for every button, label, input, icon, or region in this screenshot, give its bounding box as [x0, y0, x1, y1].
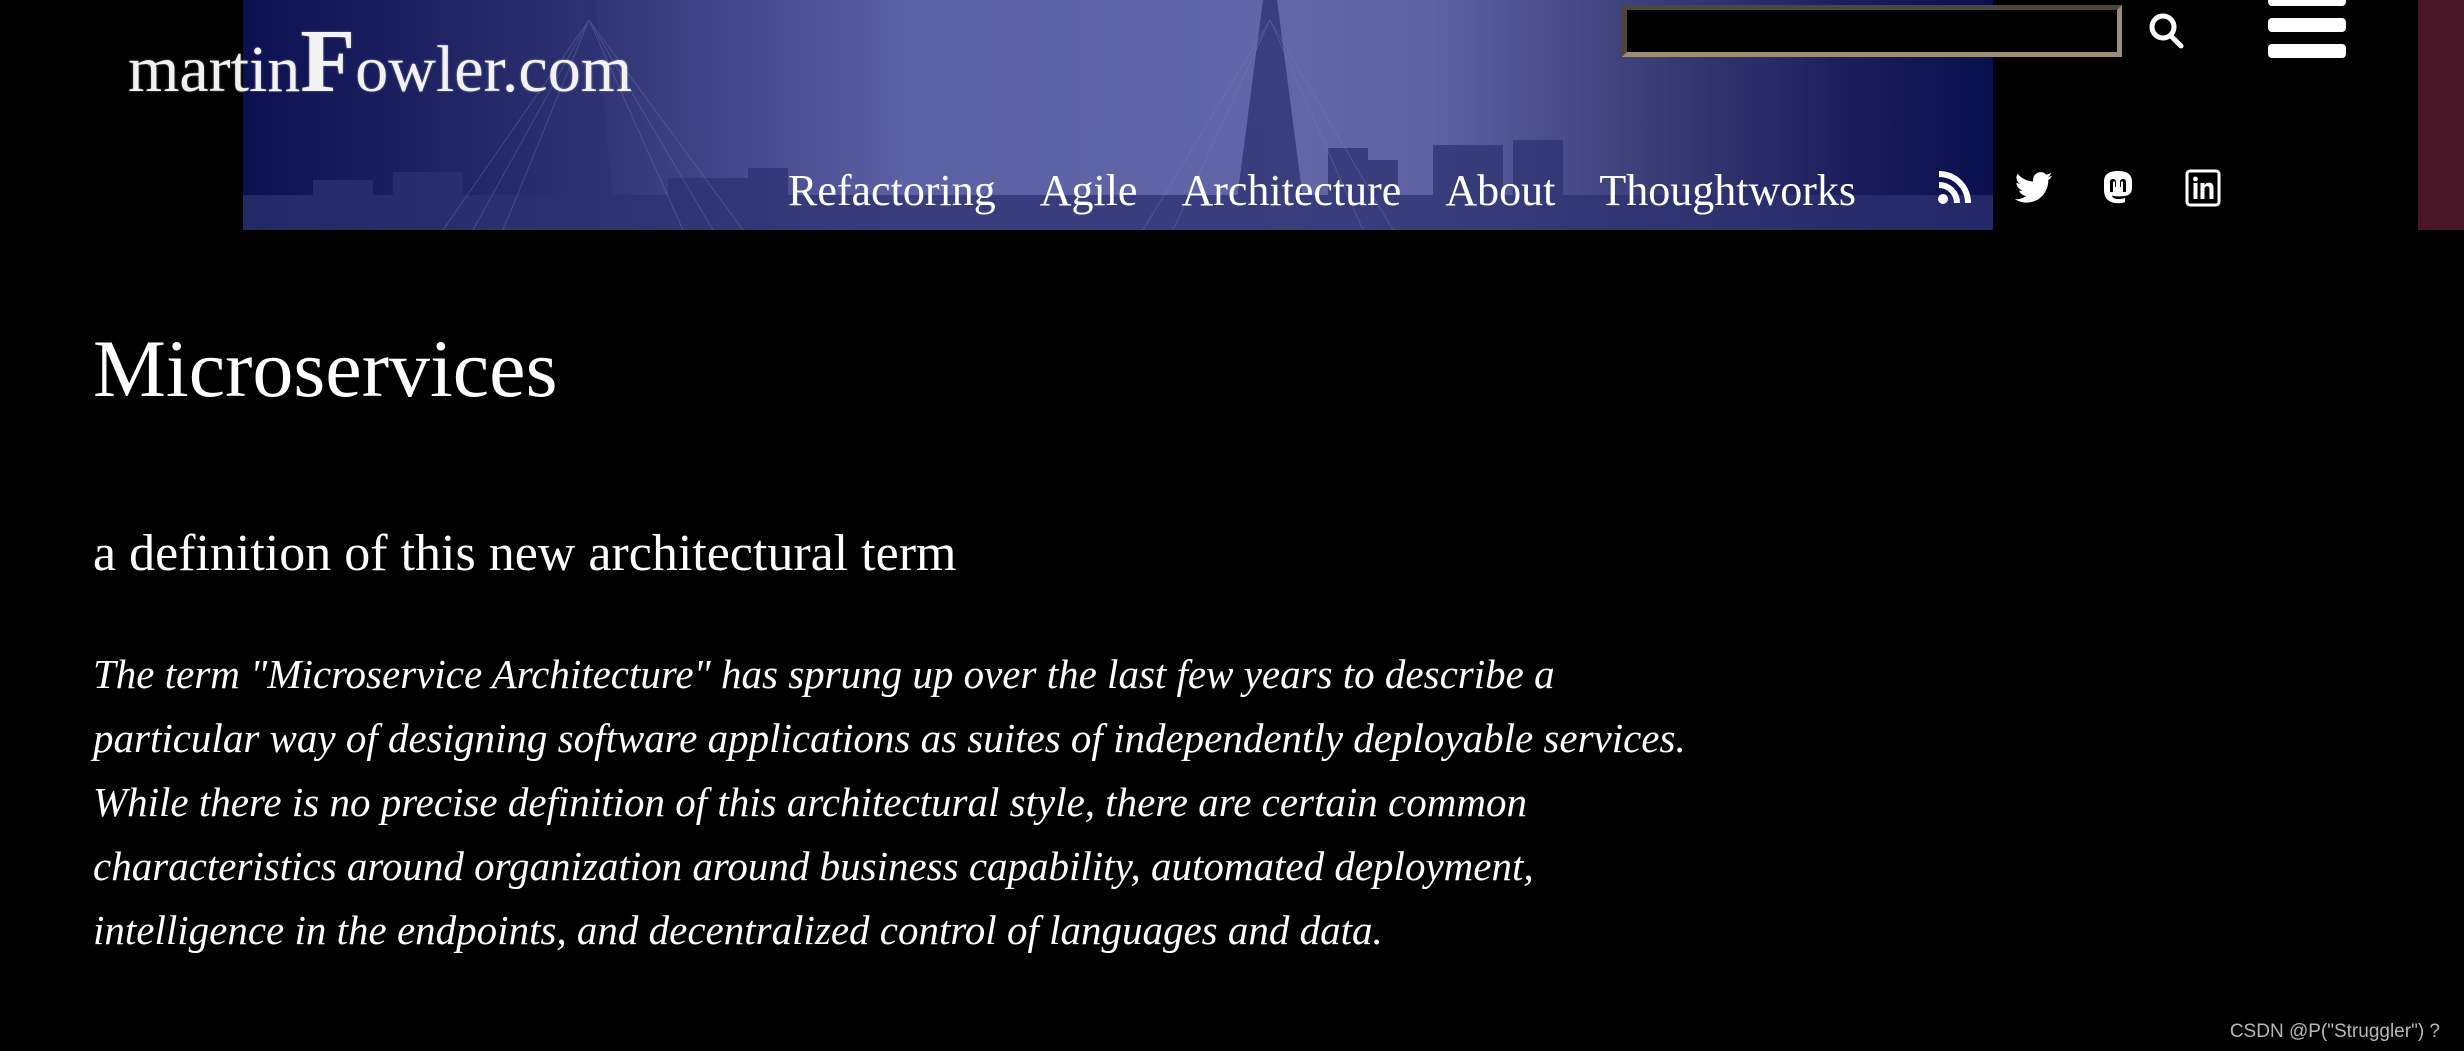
watermark: CSDN @P("Struggler") ? — [2229, 1021, 2440, 1042]
article-lede: The term "Microservice Architecture" has… — [93, 651, 1686, 953]
site-header: martinFowler.com Refactoring Agile Archi… — [0, 0, 2464, 230]
mastodon-icon — [2104, 171, 2132, 204]
search-icon — [2149, 13, 2184, 49]
nav-agile[interactable]: Agile — [1040, 165, 1138, 216]
menu-button[interactable] — [2268, 0, 2346, 58]
logo-text-f: F — [300, 12, 356, 111]
page-subtitle: a definition of this new architectural t… — [93, 525, 957, 582]
nav-thoughtworks[interactable]: Thoughtworks — [1599, 165, 1856, 216]
logo-text-owler: owler.com — [355, 33, 633, 106]
hamburger-menu-icon-bar — [2268, 44, 2346, 58]
hamburger-menu-icon-bar — [2268, 0, 2346, 6]
linkedin-icon — [2185, 169, 2221, 207]
rss-icon — [1938, 171, 1971, 204]
sidebar-edge-strip — [2418, 0, 2464, 230]
site-logo[interactable]: martinFowler.com — [128, 10, 632, 113]
hamburger-menu-icon-bar — [2268, 18, 2346, 32]
nav-architecture[interactable]: Architecture — [1181, 165, 1401, 216]
linkedin-link[interactable] — [2183, 168, 2223, 208]
search-button[interactable] — [2145, 10, 2187, 52]
page-title: Microservices — [93, 323, 558, 414]
twitter-icon — [2015, 172, 2053, 203]
mastodon-link[interactable] — [2098, 168, 2138, 208]
twitter-link[interactable] — [2014, 168, 2054, 208]
logo-text-martin: martin — [128, 33, 301, 106]
nav-refactoring[interactable]: Refactoring — [788, 165, 996, 216]
search-input[interactable] — [1622, 5, 2122, 57]
main-nav: Refactoring Agile Architecture About Tho… — [788, 160, 1900, 220]
rss-link[interactable] — [1934, 168, 1974, 208]
nav-about[interactable]: About — [1445, 165, 1555, 216]
